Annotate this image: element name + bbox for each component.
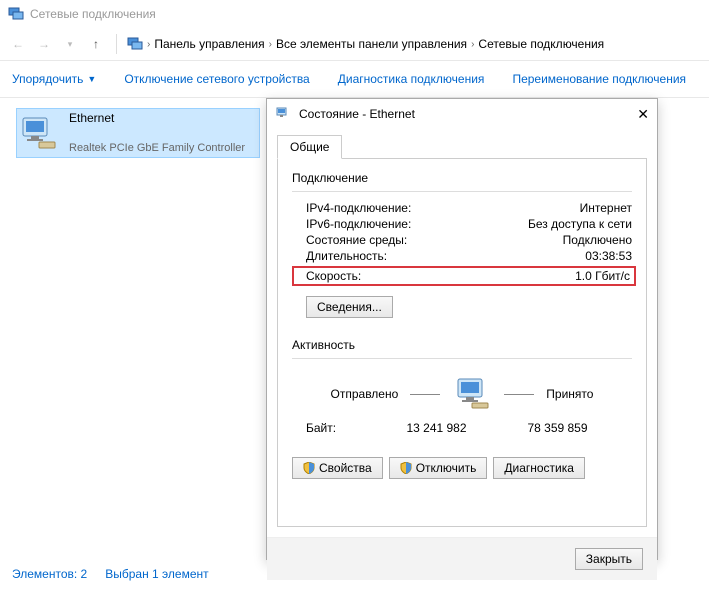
duration-label: Длительность: bbox=[306, 249, 387, 263]
ipv4-label: IPv4-подключение: bbox=[306, 201, 411, 215]
network-connections-icon bbox=[127, 36, 143, 52]
ipv6-value: Без доступа к сети bbox=[528, 217, 632, 231]
adapter-description: Realtek PCIe GbE Family Controller bbox=[69, 141, 245, 155]
shield-icon bbox=[303, 462, 315, 474]
network-connections-icon bbox=[8, 6, 24, 22]
selected-count: Выбран 1 элемент bbox=[105, 567, 208, 583]
items-count: Элементов: 2 bbox=[12, 567, 87, 583]
close-button[interactable]: ✕ bbox=[619, 106, 649, 123]
command-bar: Упорядочить▼ Отключение сетевого устройс… bbox=[0, 60, 709, 98]
tab-strip: Общие bbox=[277, 135, 647, 159]
back-button[interactable]: ← bbox=[8, 34, 28, 54]
ethernet-status-icon bbox=[275, 106, 291, 122]
breadcrumb[interactable]: › Панель управления › Все элементы панел… bbox=[127, 36, 604, 52]
bytes-label: Байт: bbox=[306, 421, 376, 435]
adapter-status bbox=[69, 127, 245, 141]
ipv6-label: IPv6-подключение: bbox=[306, 217, 411, 231]
details-button[interactable]: Сведения... bbox=[306, 296, 393, 318]
dialog-titlebar: Состояние - Ethernet ✕ bbox=[267, 99, 657, 129]
received-bytes: 78 359 859 bbox=[497, 421, 618, 435]
speed-row-highlight: Скорость: 1.0 Гбит/с bbox=[292, 266, 636, 286]
disable-button[interactable]: Отключить bbox=[389, 457, 488, 479]
window-title: Сетевые подключения bbox=[30, 7, 156, 21]
ethernet-status-dialog: Состояние - Ethernet ✕ Общие Подключение… bbox=[266, 98, 658, 560]
sent-bytes: 13 241 982 bbox=[376, 421, 497, 435]
activity-line-right bbox=[504, 394, 534, 395]
ethernet-adapter-icon bbox=[19, 114, 59, 152]
navigation-bar: ← → ▾ ↑ › Панель управления › Все элемен… bbox=[0, 28, 709, 60]
tab-general[interactable]: Общие bbox=[277, 135, 342, 159]
activity-line-left bbox=[410, 394, 440, 395]
received-label: Принято bbox=[546, 387, 593, 401]
properties-button[interactable]: Свойства bbox=[292, 457, 383, 479]
chevron-down-icon: ▼ bbox=[87, 74, 96, 84]
speed-label: Скорость: bbox=[306, 269, 361, 283]
rename-button[interactable]: Переименование подключения bbox=[512, 72, 686, 86]
chevron-right-icon: › bbox=[269, 39, 272, 50]
diagnose-button[interactable]: Диагностика bbox=[493, 457, 585, 479]
chevron-right-icon: › bbox=[147, 39, 150, 50]
media-state-label: Состояние среды: bbox=[306, 233, 407, 247]
disable-device-button[interactable]: Отключение сетевого устройства bbox=[124, 72, 309, 86]
breadcrumb-item[interactable]: Сетевые подключения bbox=[478, 37, 604, 51]
tab-panel: Подключение IPv4-подключение: Интернет IP… bbox=[277, 159, 647, 527]
dialog-title: Состояние - Ethernet bbox=[299, 107, 619, 121]
adapter-name: Ethernet bbox=[69, 111, 245, 127]
network-adapter-item[interactable]: Ethernet Realtek PCIe GbE Family Control… bbox=[16, 108, 260, 158]
media-state-value: Подключено bbox=[563, 233, 632, 247]
sent-label: Отправлено bbox=[331, 387, 399, 401]
shield-icon bbox=[400, 462, 412, 474]
recent-dropdown[interactable]: ▾ bbox=[60, 34, 80, 54]
computer-network-icon bbox=[452, 377, 492, 411]
duration-value: 03:38:53 bbox=[585, 249, 632, 263]
connection-group-label: Подключение bbox=[292, 171, 632, 185]
speed-value: 1.0 Гбит/с bbox=[575, 269, 630, 283]
close-dialog-button[interactable]: Закрыть bbox=[575, 548, 643, 570]
breadcrumb-item[interactable]: Все элементы панели управления bbox=[276, 37, 467, 51]
breadcrumb-item[interactable]: Панель управления bbox=[154, 37, 264, 51]
up-button[interactable]: ↑ bbox=[86, 34, 106, 54]
activity-group-label: Активность bbox=[292, 338, 632, 352]
window-titlebar: Сетевые подключения bbox=[0, 0, 709, 28]
diagnose-button[interactable]: Диагностика подключения bbox=[338, 72, 485, 86]
forward-button[interactable]: → bbox=[34, 34, 54, 54]
organize-menu[interactable]: Упорядочить▼ bbox=[12, 72, 96, 86]
ipv4-value: Интернет bbox=[580, 201, 632, 215]
chevron-right-icon: › bbox=[471, 39, 474, 50]
